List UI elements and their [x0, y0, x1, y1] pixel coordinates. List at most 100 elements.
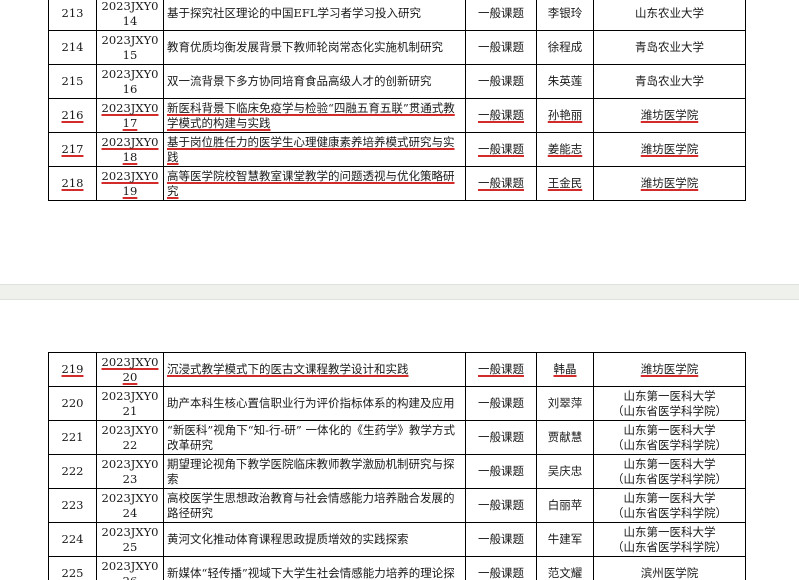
project-type-text: 一般课题 — [478, 430, 524, 445]
project-code-cell: 2023JXY020 — [96, 352, 164, 387]
project-title-cell: 教育优质均衡发展背景下教师轮岗常态化实施机制研究 — [163, 30, 466, 65]
project-leader-cell: 白丽苹 — [536, 488, 594, 523]
project-type-cell: 一般课题 — [465, 522, 537, 557]
project-type-cell: 一般课题 — [465, 386, 537, 421]
project-code-text: 2023JXY024 — [101, 491, 159, 520]
unit-cell: 青岛农业大学 — [593, 30, 746, 65]
project-title-cell: 助产本科生核心置信职业行为评价指标体系的构建及应用 — [163, 386, 466, 421]
project-type-cell: 一般课题 — [465, 454, 537, 489]
project-code-cell: 2023JXY021 — [96, 386, 164, 421]
project-type-text: 一般课题 — [478, 532, 524, 547]
unit-subtext: （山东省医学科学院） — [612, 437, 727, 452]
table-row: 222 2023JXY023 期望理论视角下教学医院临床教师教学激励机制研究与探索 一… — [48, 454, 746, 489]
project-type-cell: 一般课题 — [465, 488, 537, 523]
unit-cell: 潍坊医学院 — [593, 98, 746, 133]
project-type-text: 一般课题 — [478, 108, 524, 123]
document-page-1: 213 2023JXY014 基于探究社区理论的中国EFL学习者学习投入研究一般课题… — [0, 0, 799, 284]
unit-subtext: （山东省医学科学院） — [612, 505, 727, 520]
project-title-cell: 基于探究社区理论的中国EFL学习者学习投入研究 — [163, 0, 466, 31]
page-separator — [0, 284, 799, 300]
project-type-text: 一般课题 — [478, 142, 524, 157]
project-code-cell: 2023JXY023 — [96, 454, 164, 489]
project-code-text: 2023JXY021 — [101, 389, 159, 418]
row-number-cell: 221 — [48, 420, 97, 455]
project-leader-text: 韩晶 — [553, 362, 577, 377]
project-type-cell: 一般课题 — [465, 166, 537, 201]
project-type-text: 一般课题 — [478, 74, 524, 89]
row-number-cell: 215 — [48, 64, 97, 99]
project-leader-cell: 范文耀 — [536, 556, 594, 580]
unit-cell: 山东第一医科大学 （山东省医学科学院） — [593, 454, 746, 489]
project-leader-text: 范文耀 — [547, 566, 583, 580]
project-title-cell: 黄河文化推动体育课程思政提质增效的实践探索 — [163, 522, 466, 557]
project-leader-cell: 孙艳丽 — [536, 98, 594, 133]
table-row: 225 2023JXY026 新媒体“轻传播”视域下大学生社会情感能力培养的理论探 一… — [48, 556, 746, 580]
project-type-text: 一般课题 — [478, 498, 524, 513]
table-row: 219 2023JXY020 沉浸式教学模式下的医古文课程教学设计和实践 一般课题 韩晶… — [48, 352, 746, 387]
project-type-cell: 一般课题 — [465, 64, 537, 99]
project-leader-text: 王金民 — [547, 176, 583, 191]
project-leader-cell: 朱英莲 — [536, 64, 594, 99]
project-code-cell: 2023JXY022 — [96, 420, 164, 455]
project-title-cell: 新媒体“轻传播”视域下大学生社会情感能力培养的理论探 — [163, 556, 466, 580]
unit-text: 青岛农业大学 — [635, 74, 704, 89]
row-number-text: 218 — [61, 176, 84, 191]
project-code-text: 2023JXY025 — [101, 525, 159, 554]
unit-cell: 潍坊医学院 — [593, 166, 746, 201]
row-number-text: 214 — [61, 40, 84, 55]
project-title-text: 双一流背景下多方协同培育食品高级人才的创新研究 — [167, 74, 432, 89]
project-title-cell: 新医科背景下临床免疫学与检验“四融五育五联”贯通式教学模式的构建与实践 — [163, 98, 466, 133]
row-number-cell: 216 — [48, 98, 97, 133]
unit-cell: 滨州医学院 — [593, 556, 746, 580]
project-leader-cell: 徐程成 — [536, 30, 594, 65]
unit-cell: 山东农业大学 — [593, 0, 746, 31]
project-title-cell: 双一流背景下多方协同培育食品高级人才的创新研究 — [163, 64, 466, 99]
project-code-cell: 2023JXY017 — [96, 98, 164, 133]
unit-cell: 潍坊医学院 — [593, 132, 746, 167]
project-leader-cell: 李银玲 — [536, 0, 594, 31]
project-code-cell: 2023JXY014 — [96, 0, 164, 31]
project-leader-text: 姜能志 — [547, 142, 583, 157]
unit-cell: 山东第一医科大学 （山东省医学科学院） — [593, 522, 746, 557]
project-code-text: 2023JXY015 — [101, 33, 159, 62]
project-leader-cell: 吴庆忠 — [536, 454, 594, 489]
row-number-text: 224 — [61, 532, 84, 547]
project-type-text: 一般课题 — [478, 362, 524, 377]
project-code-text: 2023JXY026 — [101, 559, 159, 580]
project-code-text: 2023JXY014 — [101, 0, 159, 28]
project-leader-cell: 刘翠萍 — [536, 386, 594, 421]
project-code-cell: 2023JXY025 — [96, 522, 164, 557]
unit-text: 潍坊医学院 — [640, 362, 699, 377]
row-number-cell: 217 — [48, 132, 97, 167]
table-row: 216 2023JXY017 新医科背景下临床免疫学与检验“四融五育五联”贯通式教学… — [48, 98, 746, 133]
unit-subtext: （山东省医学科学院） — [612, 471, 727, 486]
row-number-text: 222 — [61, 464, 84, 479]
unit-subtext: （山东省医学科学院） — [612, 539, 727, 554]
unit-cell: 山东第一医科大学 （山东省医学科学院） — [593, 420, 746, 455]
project-title-cell: 高等医学院校智慧教室课堂教学的问题透视与优化策略研究 — [163, 166, 466, 201]
unit-text: 山东第一医科大学 — [623, 389, 716, 404]
project-type-text: 一般课题 — [478, 176, 524, 191]
project-leader-text: 刘翠萍 — [547, 396, 583, 411]
project-code-text: 2023JXY018 — [101, 135, 159, 164]
project-type-cell: 一般课题 — [465, 352, 537, 387]
unit-text: 潍坊医学院 — [640, 142, 699, 157]
project-title-text: 新媒体“轻传播”视域下大学生社会情感能力培养的理论探 — [167, 566, 455, 580]
project-leader-text: 李银玲 — [547, 6, 583, 21]
row-number-text: 221 — [61, 430, 84, 445]
unit-text: 山东农业大学 — [635, 6, 704, 21]
row-number-text: 220 — [61, 396, 84, 411]
project-title-text: 教育优质均衡发展背景下教师轮岗常态化实施机制研究 — [167, 40, 443, 55]
row-number-cell: 213 — [48, 0, 97, 31]
row-number-cell: 225 — [48, 556, 97, 580]
project-title-text: “新医科”视角下“知-行-研” 一体化的《生药学》教学方式改革研究 — [167, 423, 455, 452]
project-leader-text: 朱英莲 — [547, 74, 583, 89]
row-number-cell: 214 — [48, 30, 97, 65]
table-row: 214 2023JXY015 教育优质均衡发展背景下教师轮岗常态化实施机制研究 一般课… — [48, 30, 746, 65]
table-row: 221 2023JXY022 “新医科”视角下“知-行-研” 一体化的《生药学》教学… — [48, 420, 746, 455]
unit-text: 山东第一医科大学 — [623, 457, 716, 472]
project-table-page-2: 219 2023JXY020 沉浸式教学模式下的医古文课程教学设计和实践 一般课题 韩晶… — [48, 352, 746, 580]
project-leader-text: 吴庆忠 — [547, 464, 583, 479]
document-page-2: 219 2023JXY020 沉浸式教学模式下的医古文课程教学设计和实践 一般课题 韩晶… — [0, 300, 799, 580]
unit-text: 青岛农业大学 — [635, 40, 704, 55]
